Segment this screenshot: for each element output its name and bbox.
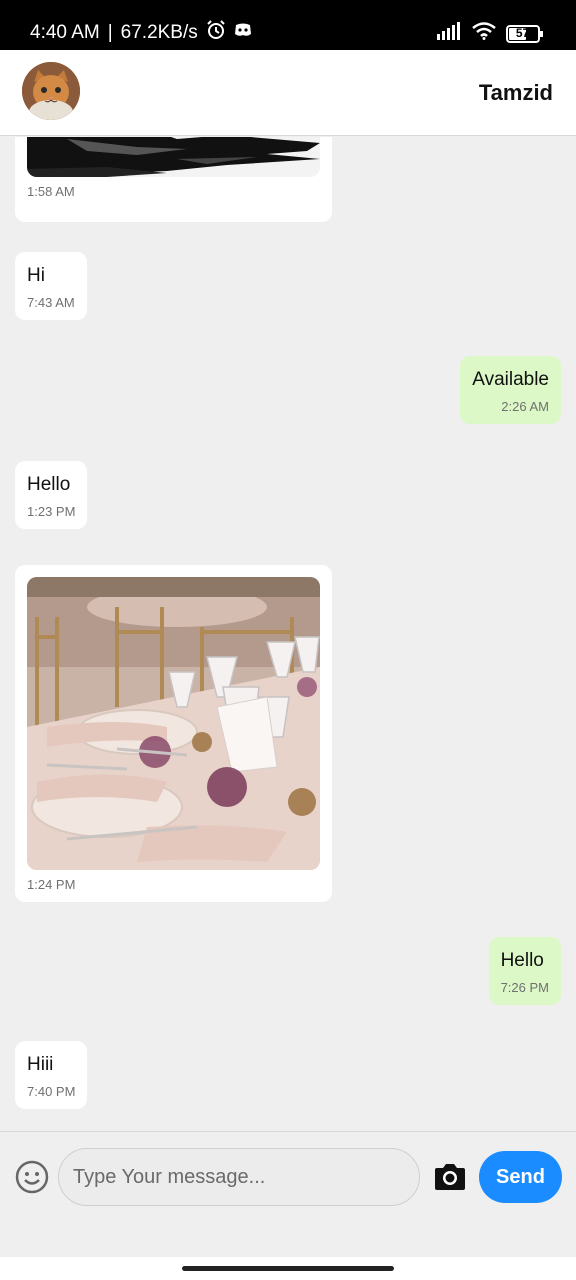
message-time: 7:26 PM [500,980,549,995]
message-text: Hi [27,265,45,286]
message-time: 2:26 AM [501,399,549,414]
signal-icon [436,22,462,45]
discord-icon [234,22,252,44]
message-text: Hello [27,474,71,495]
message-bubble-outgoing[interactable]: Hello 7:26 PM [488,937,561,1005]
home-indicator[interactable] [182,1266,394,1271]
message-text: Hiii [27,1054,54,1075]
status-separator: | [107,22,113,43]
chat-header: Tamzid [0,50,576,136]
message-time: 7:40 PM [27,1084,76,1099]
message-text: Available [472,369,549,390]
message-image[interactable] [27,577,320,870]
status-time: 4:40 AM [30,22,100,43]
message-input[interactable] [58,1148,420,1206]
message-text: Hello [500,950,544,971]
message-bubble[interactable]: Hiii 7:40 PM [15,1041,88,1109]
message-image[interactable] [27,137,320,177]
alarm-icon [206,20,226,46]
wifi-icon [472,22,496,45]
send-button[interactable]: Send [479,1151,562,1203]
contact-name[interactable]: Tamzid [479,80,553,106]
message-time: 7:43 AM [27,295,75,310]
message-time: 1:23 PM [27,504,76,519]
status-right: 57 [436,22,544,45]
camera-icon[interactable] [433,1162,467,1192]
message-list[interactable]: 1:58 AM Hi 7:43 AM Available 2:26 AM Hel… [0,137,576,1131]
avatar[interactable] [22,62,80,120]
system-nav-bar [0,1257,576,1280]
message-bubble[interactable]: Hi 7:43 AM [15,252,87,320]
message-bubble[interactable]: Hello 1:23 PM [15,461,88,529]
message-time: 1:58 AM [27,184,75,199]
status-bar: 4:40 AM | 67.2KB/s 57 [0,0,576,50]
message-bubble-image[interactable]: 1:24 PM [15,565,332,902]
status-left: 4:40 AM | 67.2KB/s [30,20,252,46]
message-bubble-outgoing[interactable]: Available 2:26 AM [460,356,561,424]
message-time: 1:24 PM [27,877,76,892]
composer-bar: Send [0,1131,576,1257]
smiley-icon[interactable] [15,1160,49,1194]
battery-icon: 57 [506,24,544,43]
network-speed: 67.2KB/s [120,22,198,43]
battery-level: 57 [515,25,530,40]
message-bubble-image[interactable]: 1:58 AM [15,137,332,222]
